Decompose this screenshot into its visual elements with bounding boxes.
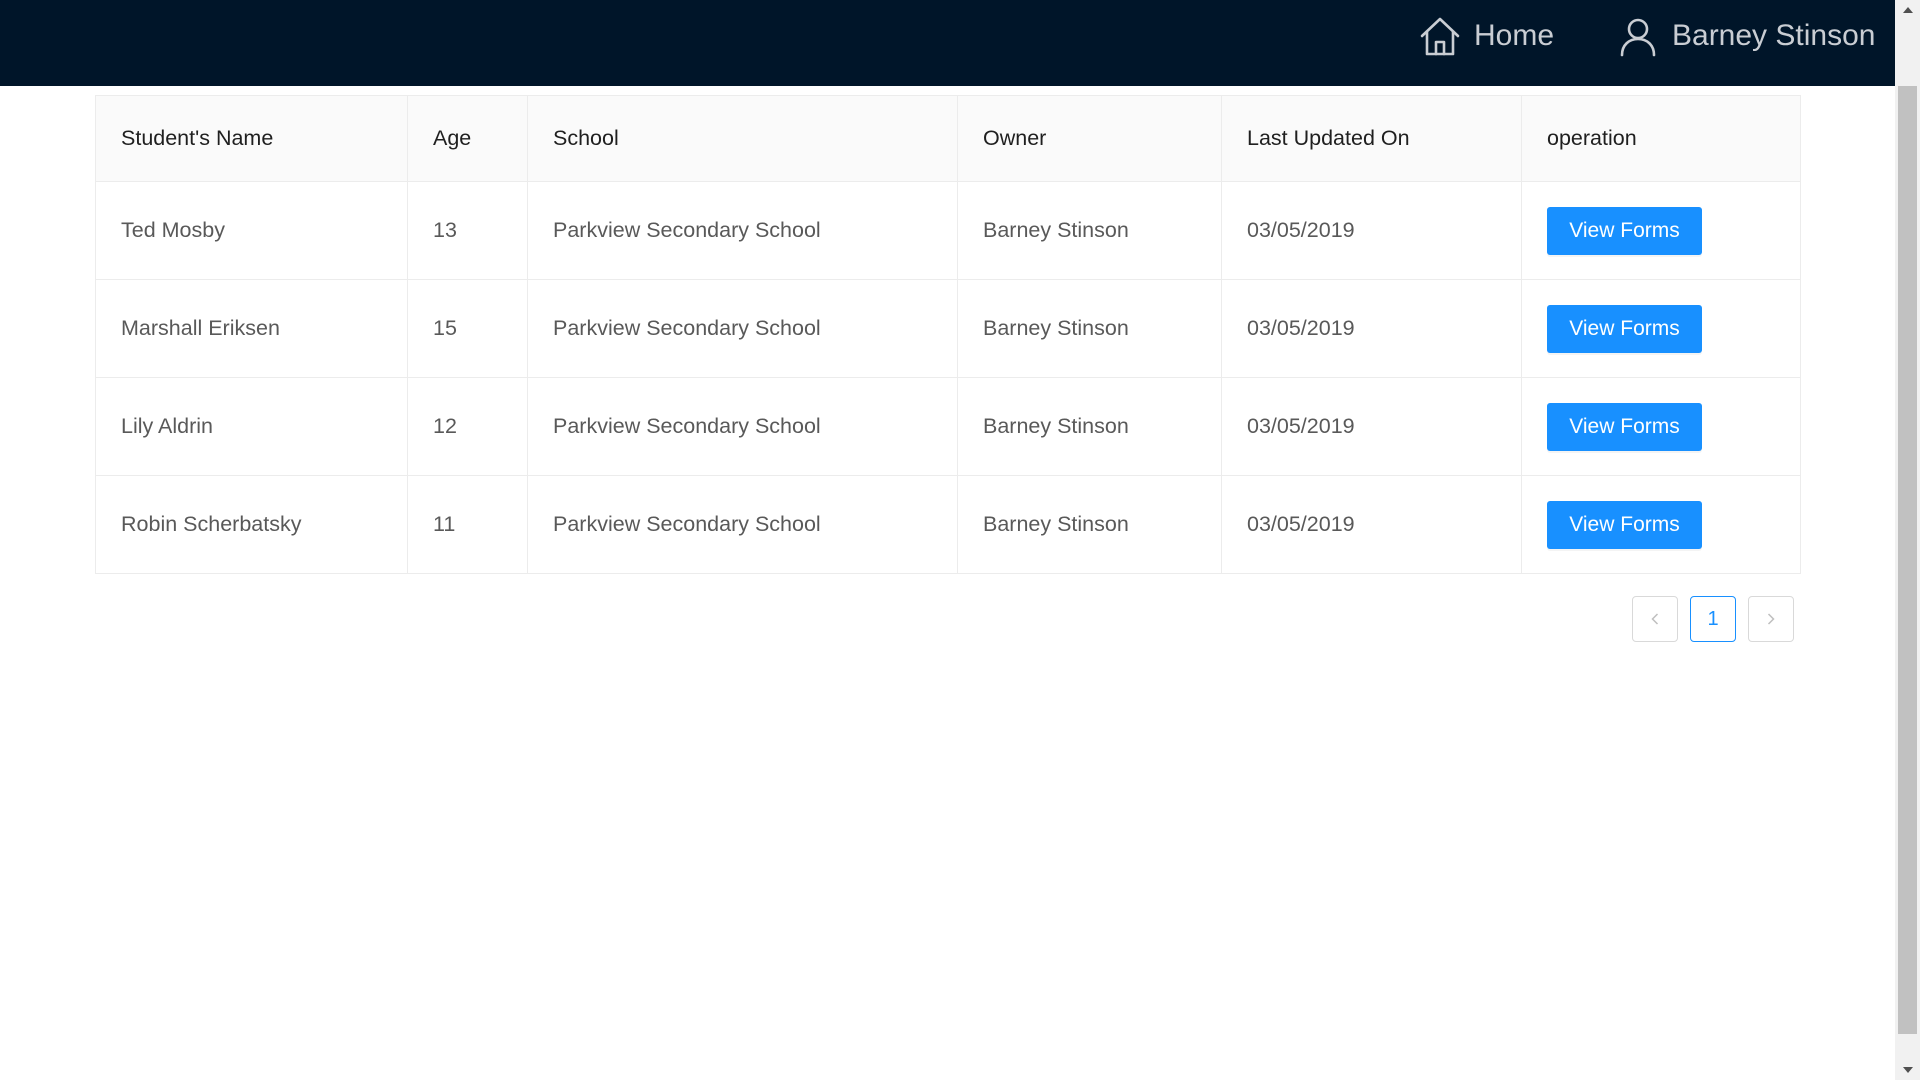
previous-page-button[interactable]	[1632, 596, 1678, 642]
view-forms-button[interactable]: View Forms	[1547, 500, 1702, 549]
view-forms-button[interactable]: View Forms	[1547, 304, 1702, 353]
table-row: Ted Mosby 13 Parkview Secondary School B…	[95, 181, 1801, 280]
table-row: Robin Scherbatsky 11 Parkview Secondary …	[95, 475, 1801, 574]
user-icon	[1616, 14, 1660, 58]
page: Home Barney Stinson Student's Name Age S…	[0, 0, 1920, 1080]
cell-student-name: Marshall Eriksen	[95, 279, 408, 378]
column-header-last-updated: Last Updated On	[1221, 95, 1522, 182]
page-number-button[interactable]: 1	[1690, 596, 1736, 642]
cell-age: 15	[407, 279, 528, 378]
cell-owner: Barney Stinson	[957, 475, 1222, 574]
students-table: Student's Name Age School Owner Last Upd…	[95, 95, 1801, 574]
nav-user-menu[interactable]: Barney Stinson	[1616, 0, 1875, 72]
nav-home-link[interactable]: Home	[1418, 0, 1554, 72]
view-forms-button[interactable]: View Forms	[1547, 402, 1702, 451]
column-header-age: Age	[407, 95, 528, 182]
cell-owner: Barney Stinson	[957, 377, 1222, 476]
pagination: 1	[1632, 596, 1794, 642]
students-table-container: Student's Name Age School Owner Last Upd…	[95, 95, 1801, 574]
column-header-owner: Owner	[957, 95, 1222, 182]
cell-owner: Barney Stinson	[957, 181, 1222, 280]
cell-school: Parkview Secondary School	[527, 279, 958, 378]
cell-school: Parkview Secondary School	[527, 377, 958, 476]
column-header-name: Student's Name	[95, 95, 408, 182]
scroll-up-arrow-icon[interactable]	[1895, 0, 1920, 20]
top-nav-bar: Home Barney Stinson	[0, 0, 1895, 86]
scrollbar-thumb[interactable]	[1898, 86, 1917, 1034]
cell-student-name: Robin Scherbatsky	[95, 475, 408, 574]
cell-last-updated: 03/05/2019	[1221, 377, 1522, 476]
chevron-left-icon	[1651, 613, 1659, 625]
home-icon	[1418, 14, 1462, 58]
scroll-down-arrow-icon[interactable]	[1895, 1060, 1920, 1080]
cell-student-name: Ted Mosby	[95, 181, 408, 280]
cell-age: 11	[407, 475, 528, 574]
vertical-scrollbar[interactable]	[1895, 0, 1920, 1080]
table-row: Marshall Eriksen 15 Parkview Secondary S…	[95, 279, 1801, 378]
column-header-school: School	[527, 95, 958, 182]
cell-operation: View Forms	[1521, 279, 1801, 378]
cell-last-updated: 03/05/2019	[1221, 475, 1522, 574]
cell-last-updated: 03/05/2019	[1221, 181, 1522, 280]
cell-student-name: Lily Aldrin	[95, 377, 408, 476]
cell-operation: View Forms	[1521, 377, 1801, 476]
next-page-button[interactable]	[1748, 596, 1794, 642]
cell-last-updated: 03/05/2019	[1221, 279, 1522, 378]
table-header-row: Student's Name Age School Owner Last Upd…	[95, 95, 1801, 182]
nav-user-label: Barney Stinson	[1672, 19, 1876, 52]
cell-operation: View Forms	[1521, 475, 1801, 574]
view-forms-button[interactable]: View Forms	[1547, 206, 1702, 255]
cell-school: Parkview Secondary School	[527, 475, 958, 574]
chevron-right-icon	[1767, 613, 1775, 625]
cell-school: Parkview Secondary School	[527, 181, 958, 280]
table-row: Lily Aldrin 12 Parkview Secondary School…	[95, 377, 1801, 476]
column-header-operation: operation	[1521, 95, 1801, 182]
cell-operation: View Forms	[1521, 181, 1801, 280]
cell-age: 12	[407, 377, 528, 476]
cell-age: 13	[407, 181, 528, 280]
nav-home-label: Home	[1474, 19, 1555, 52]
cell-owner: Barney Stinson	[957, 279, 1222, 378]
